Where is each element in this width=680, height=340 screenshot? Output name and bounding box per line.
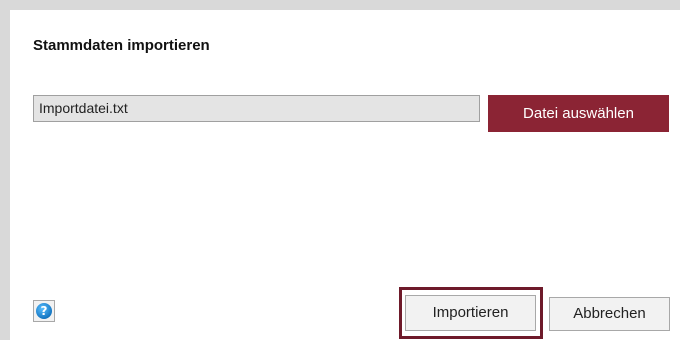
import-dialog: Stammdaten importieren Importdatei.txt D…	[10, 10, 680, 340]
choose-file-button[interactable]: Datei auswählen	[488, 95, 669, 132]
file-path-field[interactable]: Importdatei.txt	[33, 95, 480, 122]
question-circle-icon: ?	[36, 303, 52, 319]
dialog-title: Stammdaten importieren	[33, 37, 210, 54]
import-button[interactable]: Importieren	[405, 295, 536, 331]
cancel-button[interactable]: Abbrechen	[549, 297, 670, 331]
help-button[interactable]: ?	[33, 300, 55, 322]
